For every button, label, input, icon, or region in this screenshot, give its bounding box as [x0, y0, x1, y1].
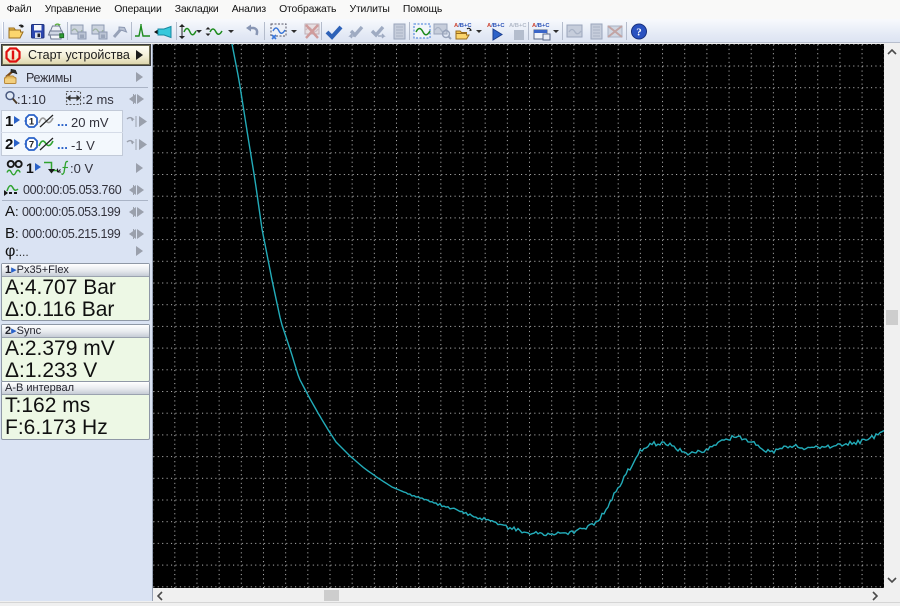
svg-text:A/B+C: A/B+C	[509, 23, 527, 29]
svg-text:7: 7	[29, 140, 34, 151]
svg-text:?: ?	[636, 27, 642, 39]
svg-text:1: 1	[29, 117, 35, 128]
svg-text:A/B+C: A/B+C	[532, 23, 550, 29]
svg-text:A/B+C: A/B+C	[487, 23, 505, 29]
